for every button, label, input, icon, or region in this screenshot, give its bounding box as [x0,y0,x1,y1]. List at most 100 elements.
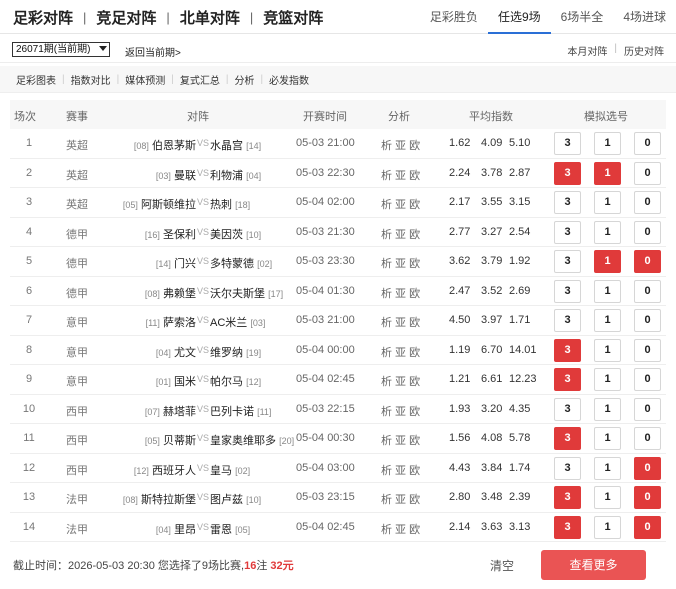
league-name[interactable]: 意甲 [66,344,88,360]
subtab-banquan[interactable]: 6场半全 [551,0,614,34]
league-name[interactable]: 英超 [66,196,88,212]
league-name[interactable]: 英超 [66,137,88,153]
pick-1-button[interactable]: 1 [594,132,621,155]
analysis-links[interactable]: 析 亚 欧 [381,226,420,242]
league-name[interactable]: 法甲 [66,491,88,507]
tab-jingzu[interactable]: 竞足对阵 [96,7,156,28]
away-team[interactable]: 水晶宫 [14] [210,137,261,153]
pick-1-button[interactable]: 1 [594,397,621,421]
away-team[interactable]: 帕尔马 [12] [210,373,261,389]
pick-1-button[interactable]: 1 [594,250,621,273]
away-team[interactable]: 皇马 [02] [210,462,250,478]
analysis-links[interactable]: 析 亚 欧 [381,314,420,330]
pick-0-button[interactable]: 0 [634,191,661,214]
home-team[interactable]: [01] 国米 [156,373,196,389]
analysis-links[interactable]: 析 亚 欧 [381,196,420,212]
analysis-links[interactable]: 析 亚 欧 [381,403,420,419]
tab-jinglan[interactable]: 竞篮对阵 [263,7,323,28]
subtab-jinqiu[interactable]: 4场进球 [613,0,676,34]
home-team[interactable]: [03] 曼联 [156,167,196,183]
away-team[interactable]: AC米兰 [03] [210,314,265,330]
analysis-links[interactable]: 析 亚 欧 [381,491,420,507]
analysis-links[interactable]: 析 亚 欧 [381,432,420,448]
tool-charts-link[interactable]: 足彩图表 [16,72,56,87]
analysis-links[interactable]: 析 亚 欧 [381,521,420,537]
pick-0-button[interactable]: 0 [634,250,661,273]
subtab-renxuan9[interactable]: 任选9场 [487,0,551,34]
tool-analysis-link[interactable]: 分析 [234,72,254,87]
home-team[interactable]: [04] 里昂 [156,521,196,537]
away-team[interactable]: 雷恩 [05] [210,521,250,537]
analysis-links[interactable]: 析 亚 欧 [381,462,420,478]
analysis-links[interactable]: 析 亚 欧 [381,373,420,389]
tool-betfair-index-link[interactable]: 必发指数 [269,72,309,87]
pick-1-button[interactable]: 1 [594,279,621,303]
pick-0-button[interactable]: 0 [634,486,661,509]
home-team[interactable]: [08] 斯特拉斯堡 [123,491,196,507]
away-team[interactable]: 多特蒙德 [02] [210,255,272,271]
home-team[interactable]: [04] 尤文 [156,344,196,360]
pick-0-button[interactable]: 0 [634,132,661,155]
league-name[interactable]: 意甲 [66,373,88,389]
analysis-links[interactable]: 析 亚 欧 [381,344,420,360]
away-team[interactable]: 巴列卡诺 [11] [210,403,271,419]
league-name[interactable]: 西甲 [66,432,88,448]
pick-1-button[interactable]: 1 [594,427,621,450]
analysis-links[interactable]: 析 亚 欧 [381,255,420,271]
league-name[interactable]: 西甲 [66,403,88,419]
pick-0-button[interactable]: 0 [634,456,661,480]
pick-1-button[interactable]: 1 [594,486,621,509]
pick-0-button[interactable]: 0 [634,220,661,244]
home-team[interactable]: [05] 阿斯顿维拉 [123,196,196,212]
away-team[interactable]: 沃尔夫斯堡 [17] [210,285,283,301]
league-name[interactable]: 法甲 [66,521,88,537]
pick-1-button[interactable]: 1 [594,368,621,391]
pick-0-button[interactable]: 0 [634,161,661,185]
monthly-matches-link[interactable]: 本月对阵 [567,43,607,58]
pick-0-button[interactable]: 0 [634,279,661,303]
pick-3-button[interactable]: 3 [554,427,581,450]
pick-3-button[interactable]: 3 [554,279,581,303]
tool-multi-summary-link[interactable]: 复式汇总 [180,72,220,87]
pick-1-button[interactable]: 1 [594,191,621,214]
analysis-links[interactable]: 析 亚 欧 [381,137,420,153]
league-name[interactable]: 德甲 [66,226,88,242]
league-name[interactable]: 德甲 [66,255,88,271]
pick-0-button[interactable]: 0 [634,427,661,450]
home-team[interactable]: [08] 伯恩茅斯 [134,137,196,153]
home-team[interactable]: [07] 赫塔菲 [145,403,196,419]
away-team[interactable]: 维罗纳 [19] [210,344,261,360]
pick-1-button[interactable]: 1 [594,309,621,332]
view-more-button[interactable]: 查看更多 [541,550,646,580]
pick-3-button[interactable]: 3 [554,161,581,185]
pick-3-button[interactable]: 3 [554,191,581,214]
tab-beidan[interactable]: 北单对阵 [180,7,240,28]
home-team[interactable]: [12] 西班牙人 [134,462,196,478]
pick-3-button[interactable]: 3 [554,397,581,421]
league-name[interactable]: 西甲 [66,462,88,478]
pick-1-button[interactable]: 1 [594,220,621,244]
home-team[interactable]: [08] 弗赖堡 [145,285,196,301]
away-team[interactable]: 利物浦 [04] [210,167,261,183]
pick-3-button[interactable]: 3 [554,309,581,332]
pick-3-button[interactable]: 3 [554,486,581,509]
pick-3-button[interactable]: 3 [554,456,581,480]
pick-0-button[interactable]: 0 [634,309,661,332]
subtab-shengfu[interactable]: 足彩胜负 [420,0,488,34]
pick-3-button[interactable]: 3 [554,220,581,244]
history-matches-link[interactable]: 历史对阵 [624,43,664,58]
league-name[interactable]: 意甲 [66,314,88,330]
away-team[interactable]: 美因茨 [10] [210,226,261,242]
home-team[interactable]: [05] 贝蒂斯 [145,432,196,448]
pick-3-button[interactable]: 3 [554,338,581,362]
tool-media-predict-link[interactable]: 媒体预测 [125,72,165,87]
analysis-links[interactable]: 析 亚 欧 [381,167,420,183]
home-team[interactable]: [14] 门兴 [156,255,196,271]
pick-1-button[interactable]: 1 [594,338,621,362]
pick-3-button[interactable]: 3 [554,250,581,273]
pick-1-button[interactable]: 1 [594,456,621,480]
pick-0-button[interactable]: 0 [634,368,661,391]
pick-3-button[interactable]: 3 [554,132,581,155]
pick-1-button[interactable]: 1 [594,515,621,539]
analysis-links[interactable]: 析 亚 欧 [381,285,420,301]
